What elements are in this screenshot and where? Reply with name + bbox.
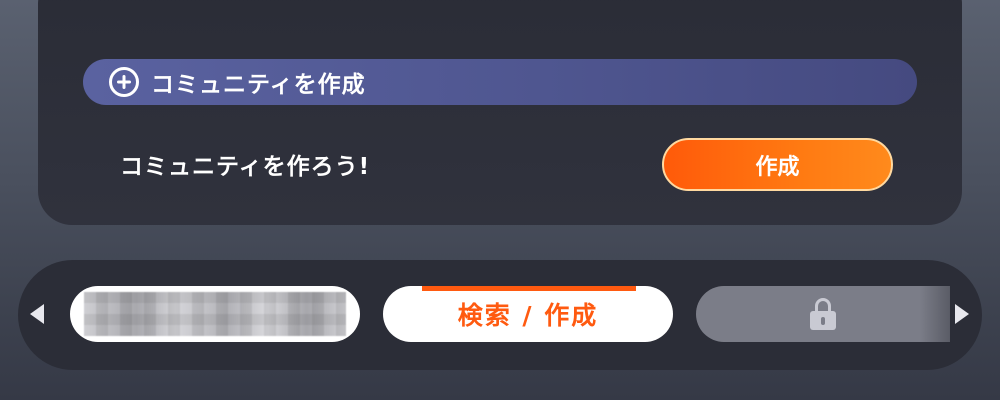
community-panel xyxy=(38,0,962,225)
create-community-header: コミュニティを作成 xyxy=(83,59,917,105)
create-button[interactable]: 作成 xyxy=(662,138,893,191)
tab-locked[interactable] xyxy=(696,286,950,342)
create-community-prompt: コミュニティを作ろう! xyxy=(120,154,371,180)
arrow-left-icon[interactable] xyxy=(30,304,44,324)
blurred-label xyxy=(84,292,346,336)
tab-blurred[interactable] xyxy=(70,286,360,342)
arrow-right-icon[interactable] xyxy=(955,304,969,324)
active-tab-indicator xyxy=(422,286,636,291)
section-title: コミュニティを作成 xyxy=(151,72,366,98)
tab-label: 検索 / 作成 xyxy=(457,301,599,330)
plus-circle-icon xyxy=(109,67,139,97)
tab-search-create[interactable]: 検索 / 作成 xyxy=(383,286,673,342)
lock-icon xyxy=(810,298,836,330)
